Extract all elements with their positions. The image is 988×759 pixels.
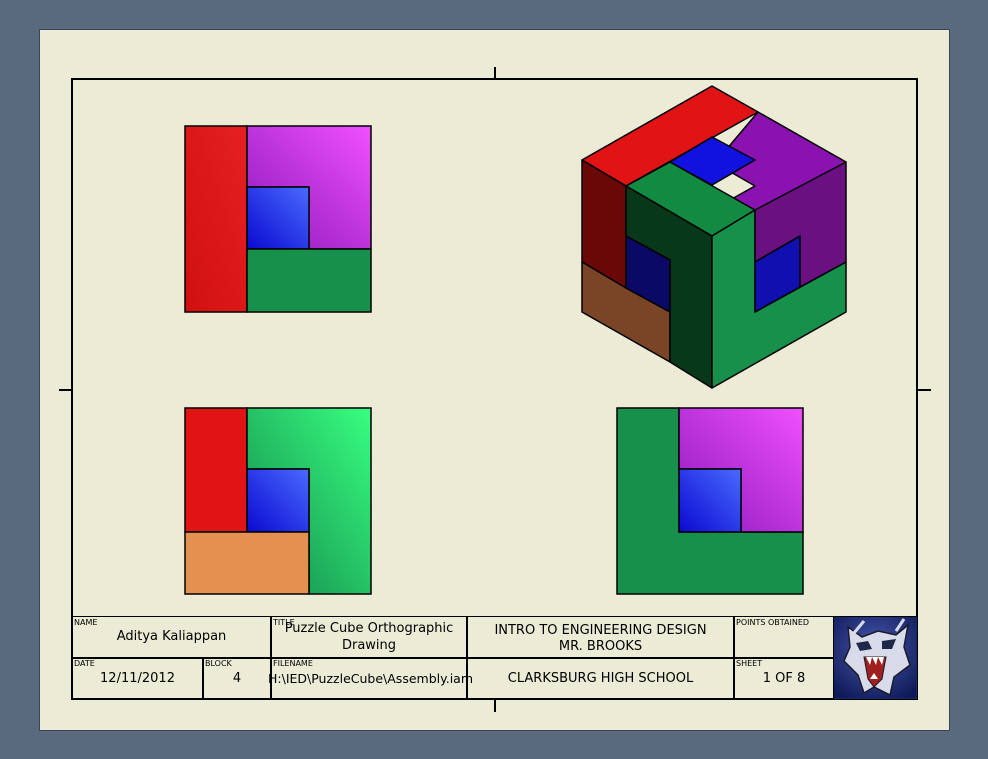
school-logo-cell: [833, 616, 918, 700]
top-view: [184, 125, 372, 313]
course-cell: INTRO TO ENGINEERING DESIGN MR. BROOKS: [466, 616, 735, 659]
course-name: INTRO TO ENGINEERING DESIGN: [494, 623, 707, 638]
school-name: CLARKSBURG HIGH SCHOOL: [507, 671, 694, 686]
teacher-name: MR. BROOKS: [558, 639, 643, 654]
date-caption: DATE: [74, 659, 95, 668]
side-blue-piece: [678, 468, 742, 533]
sheet-number: 1 OF 8: [734, 671, 834, 686]
drawing-title-line2: Drawing: [341, 638, 397, 653]
top-red-piece: [184, 125, 248, 313]
filename-cell: FILENAME H:\IED\PuzzleCube\Assembly.iam: [268, 657, 473, 700]
student-name: Aditya Kaliappan: [116, 629, 227, 644]
title-cell: TITLE Puzzle Cube Orthographic Drawing: [270, 616, 468, 659]
points-cell: POINTS OBTAINED: [733, 616, 835, 659]
center-tick-bottom: [494, 700, 496, 712]
front-red-piece: [184, 407, 248, 533]
sheet-total: OF 8: [775, 671, 806, 686]
school-cell: CLARKSBURG HIGH SCHOOL: [466, 657, 735, 700]
wolf-logo: [834, 617, 916, 698]
block-number: 4: [232, 671, 242, 686]
sheet-cell: SHEET 1 OF 8: [733, 657, 835, 700]
side-view: [616, 407, 804, 595]
center-tick-top: [494, 67, 496, 79]
block-cell: BLOCK 4: [202, 657, 272, 700]
sheet-caption: SHEET: [736, 659, 763, 668]
title-block: NAME Aditya Kaliappan TITLE Puzzle Cube …: [71, 616, 918, 700]
drawing-title-line1: Puzzle Cube Orthographic: [284, 621, 454, 636]
isometric-view: [581, 85, 847, 389]
top-blue-piece: [246, 186, 310, 250]
name-caption: NAME: [74, 618, 98, 627]
front-blue-piece: [246, 468, 310, 533]
top-green-piece: [246, 248, 372, 313]
date-cell: DATE 12/11/2012: [71, 657, 204, 700]
name-cell: NAME Aditya Kaliappan: [71, 616, 272, 659]
filename-caption: FILENAME: [273, 659, 313, 668]
points-caption: POINTS OBTAINED: [736, 618, 810, 627]
sheet-index: 1: [762, 671, 771, 686]
center-tick-left: [59, 389, 72, 391]
drawing-date: 12/11/2012: [100, 671, 175, 686]
block-caption: BLOCK: [205, 659, 232, 668]
front-view: [184, 407, 372, 595]
front-orange-piece: [184, 531, 310, 595]
file-path: H:\IED\PuzzleCube\Assembly.iam: [268, 671, 474, 686]
center-tick-right: [918, 389, 931, 391]
